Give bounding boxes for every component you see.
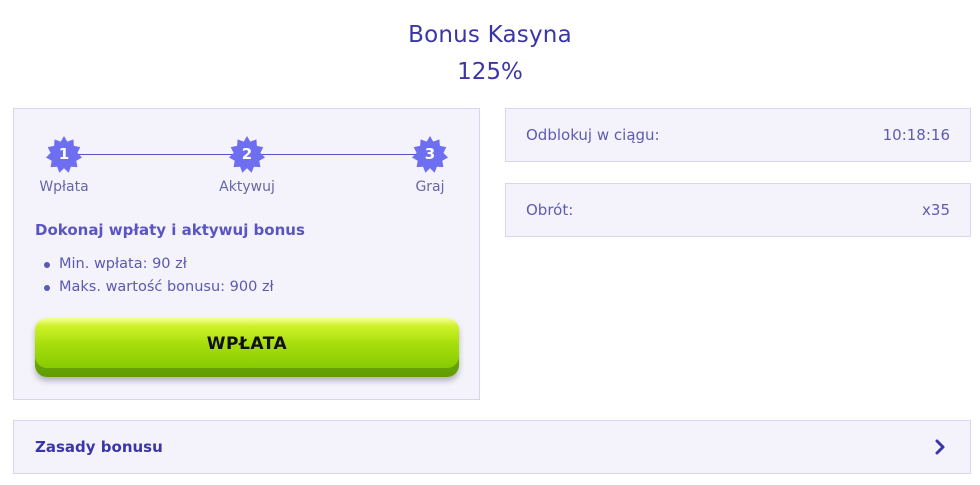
step-2-number: 2 (241, 145, 253, 163)
bonus-title: Bonus Kasyna (408, 22, 572, 48)
bonus-percent: 125% (457, 59, 523, 85)
bonus-rules-row[interactable]: Zasady bonusu (13, 420, 971, 474)
step-3-badge: 3 (411, 135, 449, 173)
unlock-timer-box: Odblokuj w ciągu: 10:18:16 (505, 108, 971, 162)
step-1-badge: 1 (45, 135, 83, 173)
chevron-right-icon[interactable] (931, 438, 949, 456)
step-3-number: 3 (424, 145, 436, 163)
wagering-value: x35 (922, 201, 950, 219)
requirement-max-bonus: Maks. wartość bonusu: 900 zł (44, 276, 274, 299)
deposit-button[interactable]: WPŁATA (35, 318, 459, 377)
bonus-steps-panel: 1 2 3 Wpłata Aktywuj Graj Dokonaj wpłaty… (13, 108, 480, 400)
offer-headline: Dokonaj wpłaty i aktywuj bonus (35, 221, 305, 239)
step-progress: 1 2 3 Wpłata Aktywuj Graj (14, 109, 479, 209)
bonus-header: Bonus Kasyna 125% (0, 18, 980, 91)
step-2-badge: 2 (228, 135, 266, 173)
requirements-list: Min. wpłata: 90 zł Maks. wartość bonusu:… (44, 253, 274, 299)
step-1-number: 1 (58, 145, 70, 163)
unlock-label: Odblokuj w ciągu: (526, 126, 660, 144)
wagering-label: Obrót: (526, 201, 574, 219)
step-1-label: Wpłata (39, 179, 89, 195)
requirement-min-deposit: Min. wpłata: 90 zł (44, 253, 274, 276)
wagering-box: Obrót: x35 (505, 183, 971, 237)
step-3-label: Graj (415, 179, 445, 195)
step-2-label: Aktywuj (219, 179, 275, 195)
unlock-countdown: 10:18:16 (882, 126, 950, 144)
bonus-rules-label: Zasady bonusu (35, 438, 163, 456)
